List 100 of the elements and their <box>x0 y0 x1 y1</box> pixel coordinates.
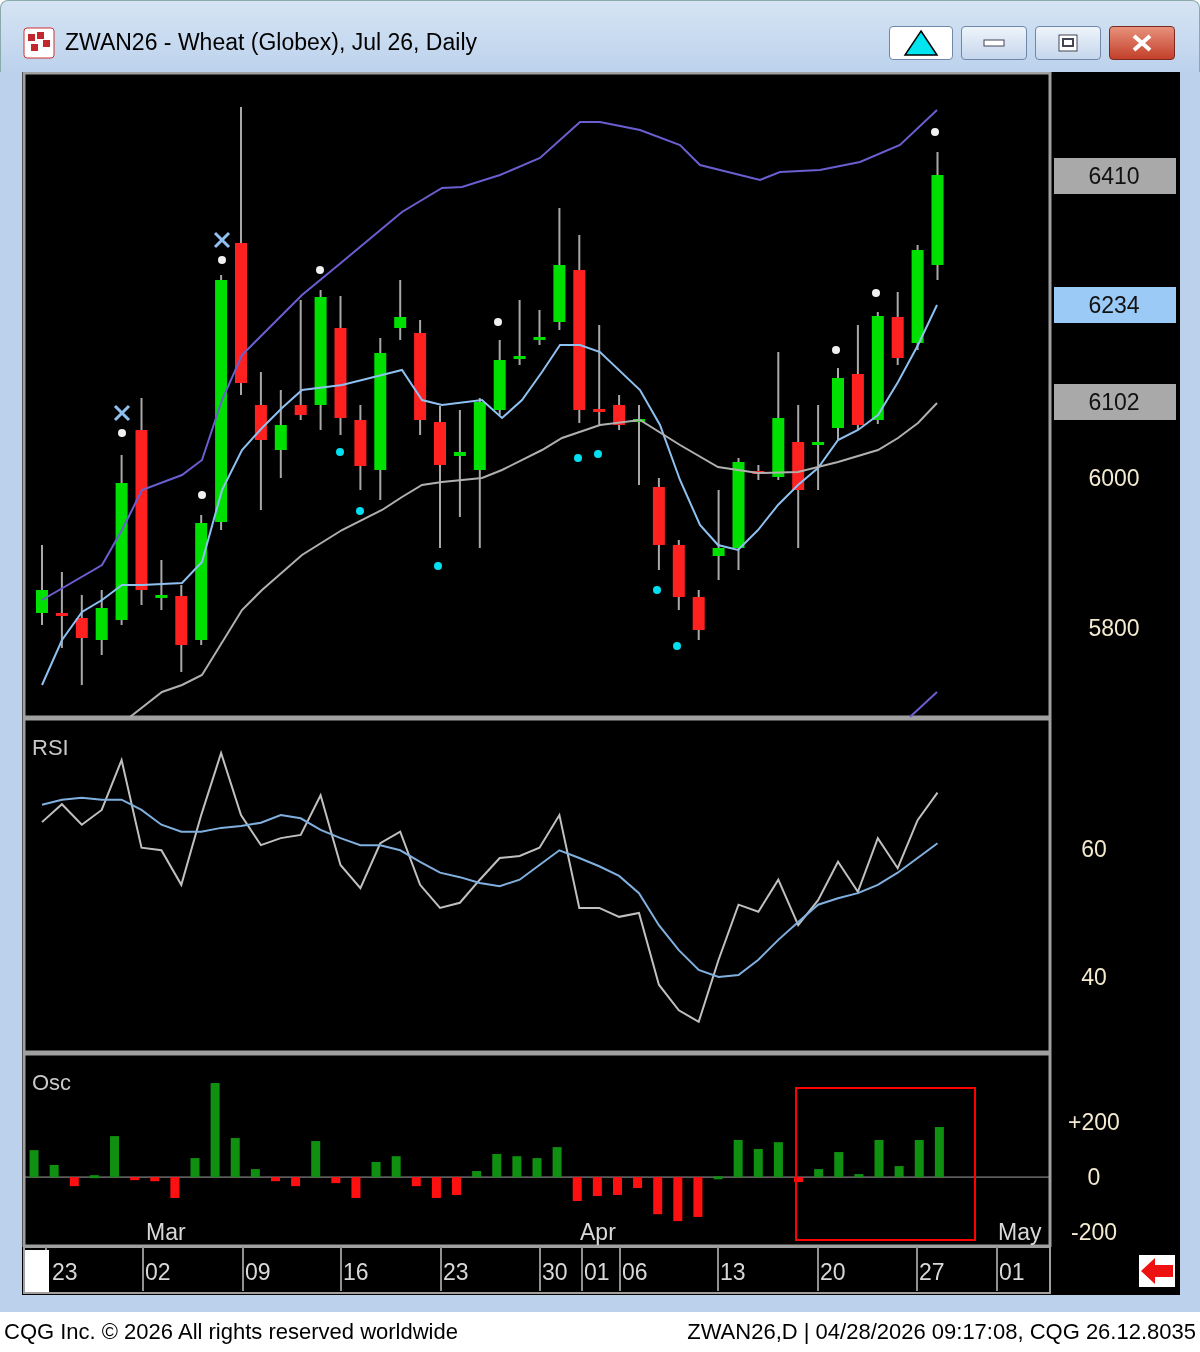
oscillator-bar <box>130 1177 140 1181</box>
price-axis-label: 6000 <box>1088 465 1140 491</box>
cross-marker-icon <box>213 231 231 249</box>
signal-dot <box>218 256 226 264</box>
oscillator-bar <box>69 1177 79 1187</box>
oscillator-bar <box>834 1152 844 1178</box>
signal-dot <box>653 586 661 594</box>
minimize-button[interactable] <box>961 25 1027 60</box>
price-tag: 6410 <box>1054 158 1176 194</box>
candlestick <box>155 559 168 611</box>
month-label: Mar <box>146 1219 186 1245</box>
date-label: 09 <box>245 1259 271 1285</box>
signal-dot <box>673 642 681 650</box>
oscillator-bar <box>431 1177 441 1198</box>
oscillator-bar <box>170 1177 180 1198</box>
oscillator-bar <box>250 1169 260 1178</box>
oscillator-bar <box>894 1166 904 1178</box>
signal-dot <box>832 346 840 354</box>
signal-dot <box>574 454 582 462</box>
axis-label: 40 <box>1081 964 1107 990</box>
oscillator-bar <box>291 1177 301 1187</box>
oscillator-bar <box>934 1127 944 1178</box>
date-label: 06 <box>622 1259 648 1285</box>
oscillator-bar <box>270 1177 280 1182</box>
price-tag: 6234 <box>1054 287 1176 323</box>
candlestick <box>533 309 546 346</box>
oscillator-bar <box>190 1158 200 1178</box>
oscillator-bar <box>391 1156 401 1178</box>
signal-dot <box>931 128 939 136</box>
date-label: 01 <box>999 1259 1025 1285</box>
oscillator-bar <box>592 1177 602 1197</box>
oscillator-bar <box>733 1139 743 1178</box>
oscillator-bar <box>110 1136 120 1178</box>
month-label: Apr <box>580 1219 616 1245</box>
oscillator-bar <box>552 1147 562 1178</box>
oscillator-bar <box>753 1149 763 1178</box>
close-icon <box>1131 33 1153 52</box>
axis-label: 60 <box>1081 836 1107 862</box>
scroll-thumb[interactable] <box>25 1250 49 1292</box>
oscillator-bar <box>89 1175 99 1179</box>
oscillator-bar <box>492 1154 502 1178</box>
oscillator-bar <box>331 1177 341 1184</box>
signal-dot <box>872 289 880 297</box>
signal-dot <box>316 266 324 274</box>
date-label: 23 <box>443 1259 469 1285</box>
candlestick <box>394 279 407 341</box>
copyright-text: CQG Inc. © 2026 All rights reserved worldwide <box>4 1319 458 1345</box>
minimize-icon <box>983 37 1005 48</box>
candlestick <box>95 589 108 656</box>
oscillator-bar <box>472 1171 482 1178</box>
maximize-button[interactable] <box>1035 25 1101 60</box>
signal-dot <box>198 491 206 499</box>
oscillator-bar <box>612 1177 622 1195</box>
oscillator-bar <box>512 1156 522 1178</box>
price-axis-label: 5800 <box>1088 615 1140 641</box>
panel-title: RSI <box>32 735 69 760</box>
signal-dot <box>494 318 502 326</box>
oscillator-bar <box>693 1177 703 1217</box>
axis-label: +200 <box>1068 1109 1120 1136</box>
oscillator-bar <box>572 1177 582 1201</box>
oscillator-bar <box>914 1139 924 1178</box>
close-button[interactable] <box>1109 25 1175 60</box>
oscillator-bar <box>29 1150 39 1178</box>
cross-marker-icon <box>113 404 131 422</box>
date-label: 13 <box>720 1259 746 1285</box>
signal-dot <box>434 562 442 570</box>
signal-dot <box>336 448 344 456</box>
signal-dot <box>118 429 126 437</box>
oscillator-bar <box>633 1177 643 1189</box>
date-label: 23 <box>52 1259 78 1285</box>
oscillator-bar <box>452 1177 462 1195</box>
candlestick <box>513 299 526 366</box>
date-label: 20 <box>820 1259 846 1285</box>
triangle-icon <box>903 28 939 57</box>
date-label: 16 <box>343 1259 369 1285</box>
oscillator-bar <box>673 1177 683 1222</box>
date-label: 27 <box>919 1259 945 1285</box>
window-title: ZWAN26 - Wheat (Globex), Jul 26, Daily <box>65 29 478 56</box>
candlestick <box>752 464 765 481</box>
axis-label: -200 <box>1071 1219 1117 1246</box>
signal-dot <box>356 507 364 515</box>
oscillator-bar <box>854 1174 864 1178</box>
left-arrow-icon[interactable] <box>1139 1255 1175 1287</box>
panel-title: Osc <box>32 1070 72 1095</box>
oscillator-bar <box>653 1177 663 1215</box>
oscillator-bar <box>814 1169 824 1178</box>
bollinger-band-line <box>909 691 938 718</box>
candlestick <box>672 539 685 611</box>
oscillator-bar <box>150 1177 160 1182</box>
date-label: 01 <box>584 1259 610 1285</box>
oscillator-bar <box>794 1177 804 1183</box>
month-label: May <box>998 1219 1042 1245</box>
signal-dot <box>594 450 602 458</box>
maximize-icon <box>1058 33 1078 52</box>
oscillator-bar <box>351 1177 361 1198</box>
oscillator-bar <box>874 1139 884 1178</box>
alert-button[interactable] <box>889 25 953 60</box>
oscillator-bar <box>411 1177 421 1187</box>
oscillator-bar <box>773 1142 783 1178</box>
oscillator-bar <box>49 1165 59 1178</box>
